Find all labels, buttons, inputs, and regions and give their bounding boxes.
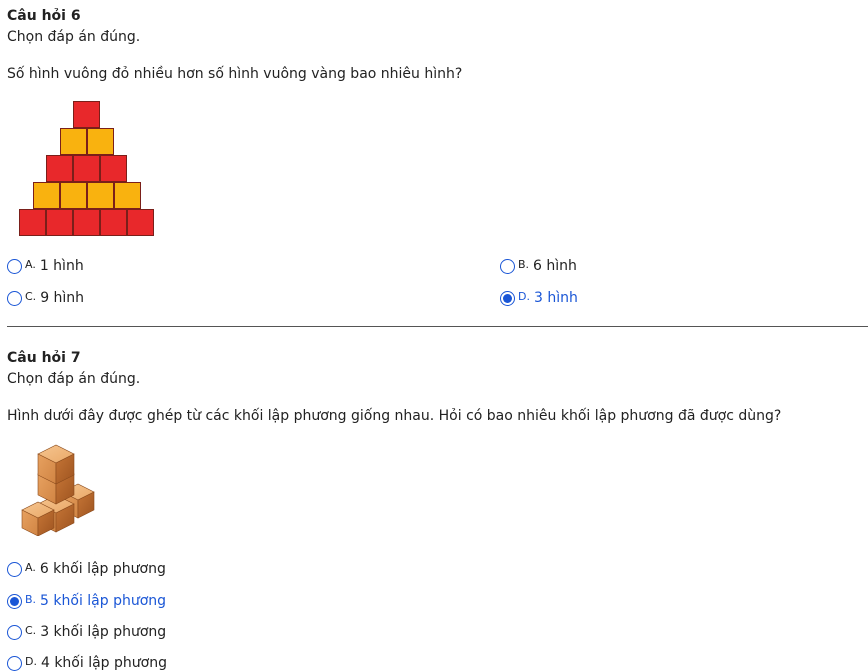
question-text: Số hình vuông đỏ nhiều hơn số hình vuông… <box>7 66 463 82</box>
question-7: Câu hỏi 7 Chọn đáp án đúng. Hình dưới đâ… <box>7 349 868 425</box>
question-title: Câu hỏi 7 <box>7 350 81 366</box>
radio-button[interactable] <box>7 655 22 671</box>
yellow-square <box>59 182 87 209</box>
red-square <box>73 155 100 182</box>
red-square <box>46 155 73 182</box>
radio-button[interactable] <box>7 258 22 274</box>
red-square <box>73 209 100 236</box>
yellow-square <box>32 182 60 209</box>
radio-button[interactable] <box>500 258 515 274</box>
option-text: 4 khối lập phương <box>40 655 167 671</box>
radio-button[interactable] <box>7 561 22 577</box>
q6-option-d[interactable]: D. 3 hình <box>500 290 578 306</box>
yellow-square <box>113 182 141 209</box>
red-square <box>100 155 127 182</box>
option-text: 6 hình <box>533 258 577 274</box>
q7-option-a[interactable]: A. 6 khối lập phương <box>7 561 166 577</box>
q6-option-a[interactable]: A. 1 hình <box>7 258 84 274</box>
radio-button-selected[interactable] <box>7 593 22 609</box>
radio-button[interactable] <box>7 624 22 640</box>
q7-option-c[interactable]: C. 3 khối lập phương <box>7 624 166 640</box>
square-pyramid-image <box>19 101 155 236</box>
option-text: 9 hình <box>40 290 85 306</box>
option-text: 5 khối lập phương <box>40 593 167 609</box>
option-letter: D. <box>25 654 37 668</box>
red-square <box>19 209 46 236</box>
question-instruction: Chọn đáp án đúng. <box>7 371 141 387</box>
wooden-cubes-image <box>21 444 95 536</box>
question-instruction: Chọn đáp án đúng. <box>7 29 141 45</box>
question-6: Câu hỏi 6 Chọn đáp án đúng. Số hình vuôn… <box>7 7 868 83</box>
option-letter: A. <box>25 560 36 574</box>
yellow-square <box>86 128 114 155</box>
q6-option-c[interactable]: C. 9 hình <box>7 290 84 306</box>
yellow-square <box>86 182 114 209</box>
radio-button-selected[interactable] <box>500 290 515 306</box>
q7-option-d[interactable]: D. 4 khối lập phương <box>7 655 167 671</box>
option-letter: B. <box>25 592 37 606</box>
option-letter: B. <box>518 257 530 271</box>
red-square <box>127 209 154 236</box>
option-letter: D. <box>518 289 530 303</box>
option-letter: A. <box>25 257 36 271</box>
option-text: 3 hình <box>533 290 578 306</box>
option-text: 3 khối lập phương <box>40 624 167 640</box>
option-text: 6 khối lập phương <box>39 561 166 577</box>
red-square <box>100 209 127 236</box>
red-square <box>46 209 73 236</box>
radio-button[interactable] <box>7 290 22 306</box>
option-letter: C. <box>25 289 37 303</box>
yellow-square <box>59 128 87 155</box>
red-square <box>73 101 100 128</box>
q6-option-b[interactable]: B. 6 hình <box>500 258 577 274</box>
question-divider <box>7 326 868 327</box>
q7-option-b[interactable]: B. 5 khối lập phương <box>7 593 166 609</box>
option-letter: C. <box>25 623 37 637</box>
question-title: Câu hỏi 6 <box>7 8 81 24</box>
option-text: 1 hình <box>39 258 84 274</box>
question-text: Hình dưới đây được ghép từ các khối lập … <box>7 408 782 424</box>
